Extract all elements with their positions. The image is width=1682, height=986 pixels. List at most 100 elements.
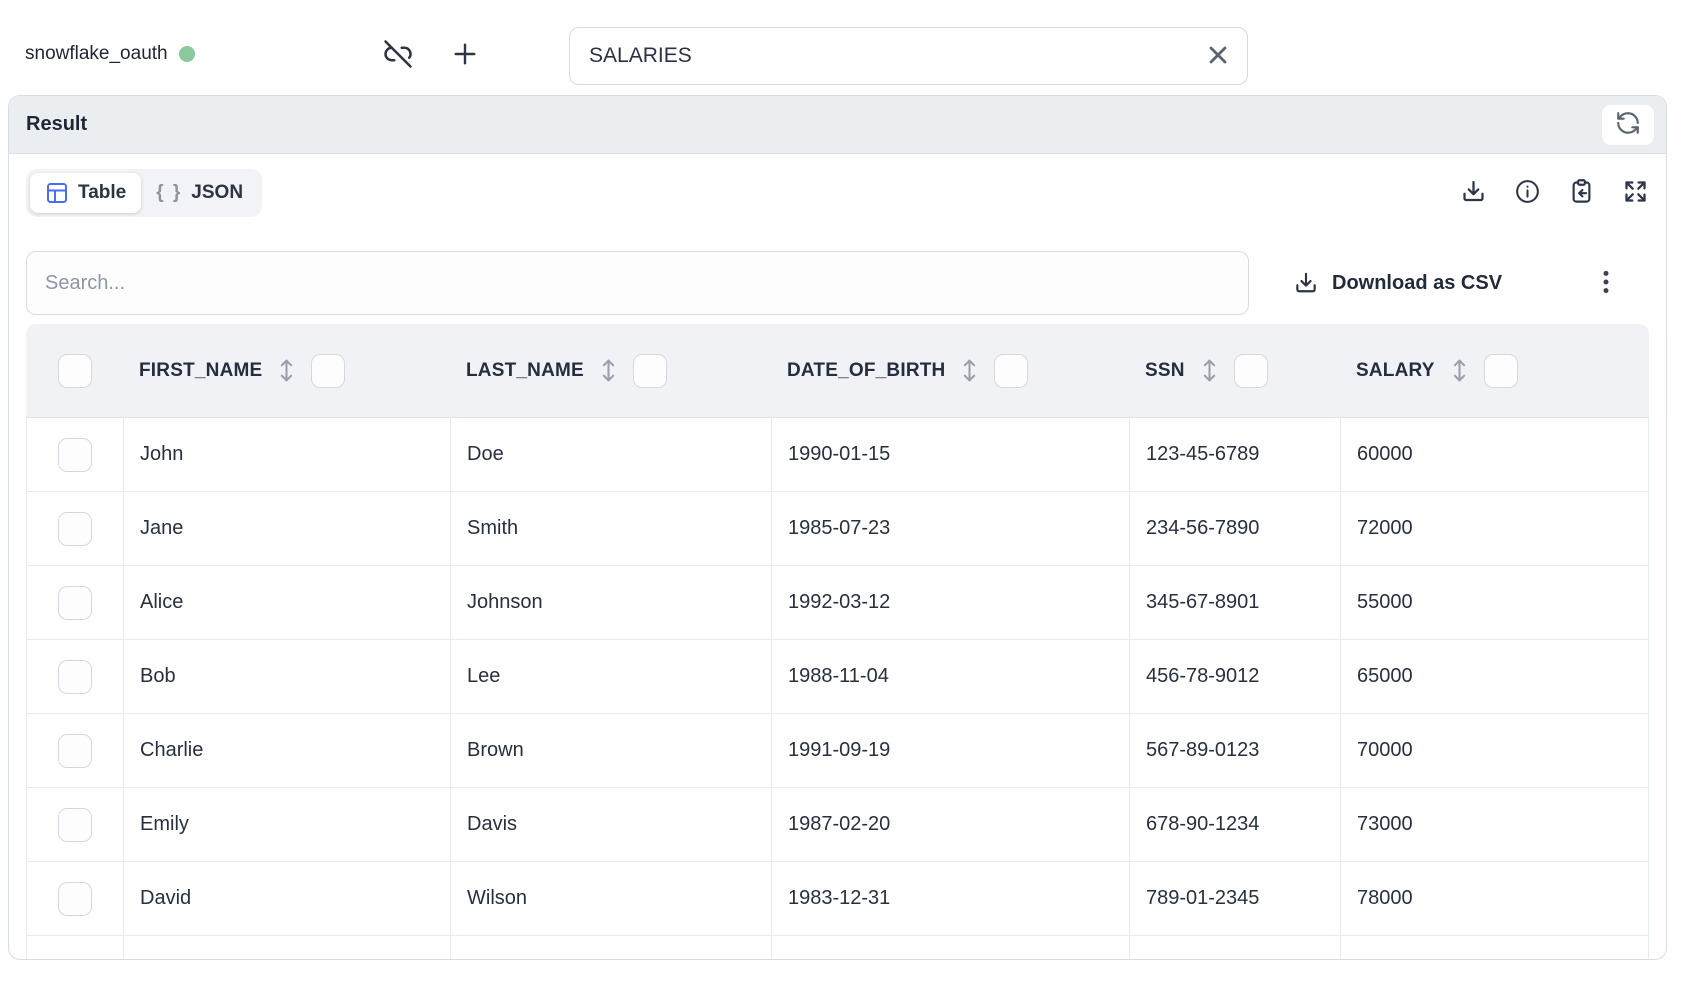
plus-icon <box>449 38 481 73</box>
table-cell: 456-78-9012 <box>1130 640 1341 714</box>
table-cell: 1991-09-19 <box>772 714 1130 788</box>
table-cell: Wilson <box>451 862 772 936</box>
table-row: CharlieBrown1991-09-19567-89-012370000 <box>26 714 1649 788</box>
braces-icon: { } <box>156 182 182 204</box>
table-row-partial <box>26 936 1649 960</box>
column-header-last-name[interactable]: LAST_NAME <box>451 324 772 418</box>
column-label: SSN <box>1145 360 1185 382</box>
table-cell: 1983-12-31 <box>772 862 1130 936</box>
column-header-first-name[interactable]: FIRST_NAME <box>124 324 451 418</box>
tab-json[interactable]: { } JSON <box>141 173 258 213</box>
download-csv-label: Download as CSV <box>1332 272 1502 295</box>
table-cell: Alice <box>124 566 451 640</box>
row-select-cell <box>26 492 124 566</box>
table-body: JohnDoe1990-01-15123-45-678960000JaneSmi… <box>26 418 1649 960</box>
copy-to-clipboard-button[interactable] <box>1567 179 1595 207</box>
table-cell: 123-45-6789 <box>1130 418 1341 492</box>
sort-icon[interactable] <box>1199 357 1220 384</box>
row-select-cell <box>26 418 124 492</box>
table-cell <box>451 936 772 960</box>
table-cell <box>26 936 124 960</box>
unlink-icon <box>383 39 413 72</box>
table-header-row: FIRST_NAME LAST_NAME DATE_OF_BIRTH <box>26 324 1649 418</box>
sort-icon[interactable] <box>959 357 980 384</box>
row-select-cell <box>26 566 124 640</box>
row-checkbox[interactable] <box>58 808 92 842</box>
download-button[interactable] <box>1459 179 1487 207</box>
clear-table-name-button[interactable] <box>1202 40 1234 72</box>
table-row: BobLee1988-11-04456-78-901265000 <box>26 640 1649 714</box>
column-header-ssn[interactable]: SSN <box>1130 324 1341 418</box>
column-checkbox[interactable] <box>1234 354 1268 388</box>
view-switcher: Table { } JSON <box>26 169 262 217</box>
row-select-cell <box>26 640 124 714</box>
table-cell: 55000 <box>1341 566 1649 640</box>
column-header-salary[interactable]: SALARY <box>1341 324 1649 418</box>
download-icon <box>1293 270 1319 296</box>
view-controls-row: Table { } JSON <box>26 169 1649 217</box>
select-all-checkbox[interactable] <box>58 354 92 388</box>
table-cell: Bob <box>124 640 451 714</box>
table-cell: Doe <box>451 418 772 492</box>
connection-name: snowflake_oauth <box>25 43 168 65</box>
table-cell: 678-90-1234 <box>1130 788 1341 862</box>
search-input[interactable] <box>26 251 1249 315</box>
row-checkbox[interactable] <box>58 512 92 546</box>
connection-status-dot <box>179 46 195 62</box>
table-cell: 567-89-0123 <box>1130 714 1341 788</box>
download-csv-button[interactable]: Download as CSV <box>1293 270 1502 296</box>
row-select-cell <box>26 862 124 936</box>
table-cell: 78000 <box>1341 862 1649 936</box>
clipboard-paste-icon <box>1568 178 1595 208</box>
table-row: AliceJohnson1992-03-12345-67-890155000 <box>26 566 1649 640</box>
table-cell: John <box>124 418 451 492</box>
sort-icon[interactable] <box>598 357 619 384</box>
table-cell: 1987-02-20 <box>772 788 1130 862</box>
more-options-button[interactable] <box>1591 265 1621 301</box>
refresh-button[interactable] <box>1602 105 1654 145</box>
table-name-input[interactable] <box>569 27 1248 85</box>
table-row: EmilyDavis1987-02-20678-90-123473000 <box>26 788 1649 862</box>
table-cell <box>1130 936 1341 960</box>
select-all-cell <box>26 324 124 418</box>
table-cell: Davis <box>451 788 772 862</box>
row-checkbox[interactable] <box>58 438 92 472</box>
table-cell: David <box>124 862 451 936</box>
tab-table[interactable]: Table <box>30 173 141 213</box>
table-cell: 1985-07-23 <box>772 492 1130 566</box>
kebab-menu-icon <box>1593 267 1619 300</box>
row-checkbox[interactable] <box>58 660 92 694</box>
tab-json-label: JSON <box>191 182 243 204</box>
row-select-cell <box>26 714 124 788</box>
column-checkbox[interactable] <box>1484 354 1518 388</box>
column-checkbox[interactable] <box>311 354 345 388</box>
table-cell: 73000 <box>1341 788 1649 862</box>
table-grid-icon <box>45 181 69 205</box>
row-checkbox[interactable] <box>58 586 92 620</box>
column-label: FIRST_NAME <box>139 360 262 382</box>
table-cell: 1988-11-04 <box>772 640 1130 714</box>
column-checkbox[interactable] <box>994 354 1028 388</box>
table-cell: Smith <box>451 492 772 566</box>
table-row: JaneSmith1985-07-23234-56-789072000 <box>26 492 1649 566</box>
result-panel-body: Table { } JSON <box>9 154 1666 960</box>
sort-icon[interactable] <box>276 357 297 384</box>
table-cell: Johnson <box>451 566 772 640</box>
column-header-date-of-birth[interactable]: DATE_OF_BIRTH <box>772 324 1130 418</box>
table-cell <box>772 936 1130 960</box>
add-query-button[interactable] <box>448 38 482 72</box>
row-checkbox[interactable] <box>58 882 92 916</box>
column-label: LAST_NAME <box>466 360 584 382</box>
info-button[interactable] <box>1513 179 1541 207</box>
table-cell: Charlie <box>124 714 451 788</box>
column-checkbox[interactable] <box>633 354 667 388</box>
connection-indicator[interactable]: snowflake_oauth <box>25 43 195 65</box>
sort-icon[interactable] <box>1449 357 1470 384</box>
disconnect-button[interactable] <box>381 38 415 72</box>
row-checkbox[interactable] <box>58 734 92 768</box>
fullscreen-button[interactable] <box>1621 179 1649 207</box>
table-cell: 60000 <box>1341 418 1649 492</box>
table-cell: Jane <box>124 492 451 566</box>
info-icon <box>1514 178 1541 208</box>
result-panel-header: Result <box>9 96 1666 154</box>
